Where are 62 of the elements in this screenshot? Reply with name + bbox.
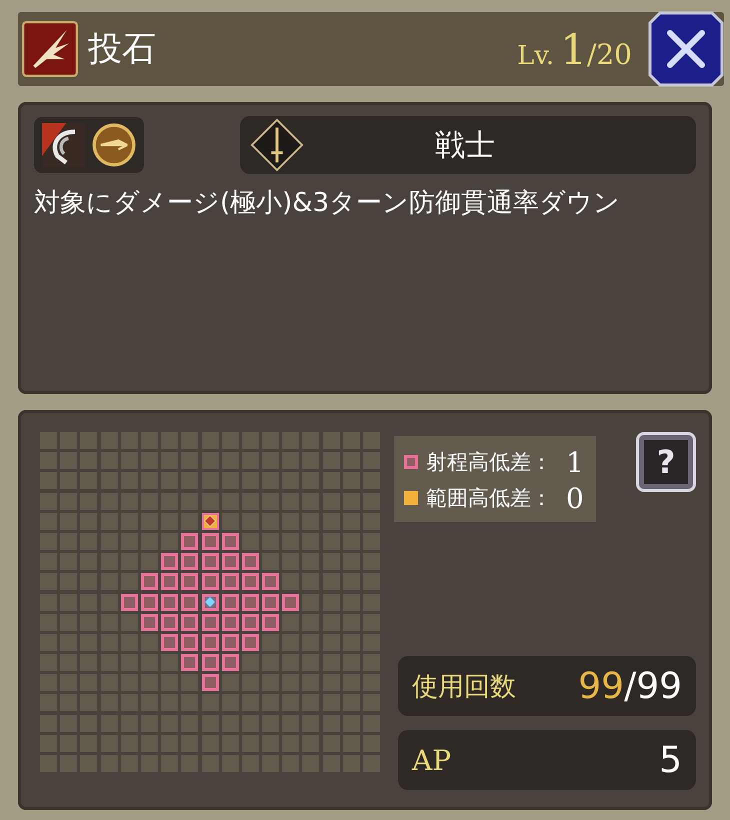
range-tile [161, 573, 178, 590]
range-tile [242, 594, 259, 610]
level-prefix: Lv. [517, 40, 554, 70]
range-tile [242, 634, 259, 651]
range-tile [202, 634, 218, 651]
range-tile [181, 573, 198, 590]
burst-icon [22, 21, 78, 77]
range-tile [181, 614, 198, 631]
ap-label: AP [412, 744, 452, 776]
range-tile [262, 573, 280, 590]
range-tile [202, 674, 218, 692]
spearhead-icon [92, 123, 136, 167]
range-tile [282, 594, 300, 610]
class-name: 戦士 [434, 126, 496, 164]
range-tile [161, 614, 178, 631]
caster-tile [202, 594, 218, 610]
range-tile [222, 573, 239, 590]
range-tile [140, 614, 158, 631]
legend-value: 1 [566, 446, 584, 478]
range-tile [161, 634, 178, 651]
range-tile [222, 532, 239, 550]
range-tile [140, 594, 158, 610]
range-tile [222, 614, 239, 631]
skill-title: 投石 [88, 28, 157, 71]
help-button[interactable]: ? [636, 432, 696, 492]
level-value: 1 [560, 24, 587, 74]
range-tile [242, 553, 259, 570]
range-tile [222, 594, 239, 610]
range-tile [161, 594, 178, 610]
range-tile [262, 614, 280, 631]
close-icon[interactable] [648, 11, 724, 87]
legend-label: 範囲高低差： [426, 485, 552, 512]
legend-label: 射程高低差： [426, 449, 552, 476]
range-tile [202, 614, 218, 631]
range-tile [181, 553, 198, 570]
range-tile [181, 634, 198, 651]
uses-remaining: 99 [578, 666, 624, 706]
skill-description: 対象にダメージ(極小)&3ターン防御貫通率ダウン [34, 187, 622, 220]
range-tile [222, 553, 239, 570]
range-tile [262, 594, 280, 610]
sword-icon [250, 118, 304, 172]
range-tile [202, 573, 218, 590]
range-tile [120, 594, 138, 610]
legend-value: 0 [566, 482, 584, 514]
range-tile [202, 553, 218, 570]
range-tile [202, 532, 218, 550]
range-tile [140, 573, 158, 590]
range-tile [181, 654, 198, 672]
range-tile [222, 634, 239, 651]
ap-value: 5 [659, 740, 682, 780]
range-tile [242, 614, 259, 631]
uses-label: 使用回数 [412, 670, 516, 704]
range-tile [202, 654, 218, 672]
range-tile [181, 594, 198, 610]
level-max: /20 [586, 38, 632, 70]
target-tile [202, 512, 218, 530]
range-tile [161, 553, 178, 570]
slash-icon [42, 123, 86, 167]
range-tile [181, 532, 198, 550]
range-tile [242, 573, 259, 590]
range-tile [222, 654, 239, 672]
uses-max: /99 [624, 666, 682, 706]
